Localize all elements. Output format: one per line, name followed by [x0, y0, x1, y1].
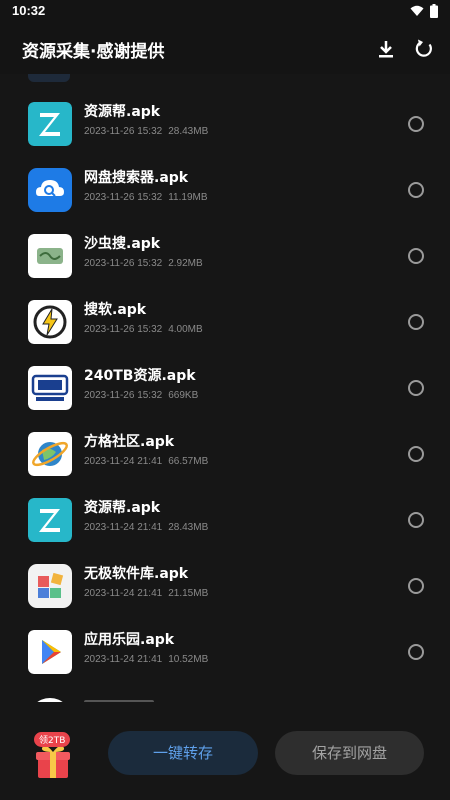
planet-icon	[28, 432, 72, 476]
refresh-button[interactable]	[412, 37, 436, 61]
file-size: 21.15MB	[168, 588, 209, 599]
file-date: 2023-11-26 15:32	[84, 126, 163, 137]
file-date: 2023-11-26 15:32	[84, 258, 163, 269]
file-date: 2023-11-24 21:41	[84, 588, 163, 599]
refresh-icon	[415, 39, 432, 57]
240tb-icon	[28, 366, 72, 410]
status-icons	[410, 4, 438, 18]
file-size: 2.92MB	[168, 258, 203, 269]
select-radio[interactable]	[408, 578, 424, 594]
file-size: 10.52MB	[168, 654, 209, 665]
file-date: 2023-11-26 15:32	[84, 192, 163, 203]
file-size: 669KB	[168, 390, 199, 401]
file-meta: 2023-11-26 15:32 28.43MB	[84, 126, 208, 137]
wifi-icon	[410, 5, 424, 16]
file-name: 方格社区.apk	[84, 434, 175, 450]
file-list-item[interactable]: 资源帮.apk 2023-11-24 21:41 28.43MB	[0, 488, 450, 554]
bottom-action-bar: 领2TB 一键转存 保存到网盘	[0, 702, 450, 800]
z-app-icon	[28, 498, 72, 542]
partial-list-item	[0, 694, 450, 702]
select-radio[interactable]	[408, 512, 424, 528]
file-name: 资源帮.apk	[84, 500, 161, 516]
status-time: 10:32	[12, 3, 46, 18]
select-radio[interactable]	[408, 644, 424, 660]
file-date: 2023-11-26 15:32	[84, 324, 163, 335]
file-name: 搜软.apk	[84, 302, 147, 318]
file-meta: 2023-11-26 15:32 4.00MB	[84, 324, 203, 335]
file-name: 网盘搜索器.apk	[84, 170, 189, 186]
file-meta: 2023-11-24 21:41 66.57MB	[84, 456, 208, 467]
file-list-item[interactable]: 搜软.apk 2023-11-26 15:32 4.00MB	[0, 290, 450, 356]
file-list[interactable]: 资源帮.apk 2023-11-26 15:32 28.43MB 网盘搜索器.ap…	[0, 74, 450, 702]
select-radio[interactable]	[408, 182, 424, 198]
select-radio[interactable]	[408, 248, 424, 264]
file-size: 4.00MB	[168, 324, 203, 335]
file-meta: 2023-11-26 15:32 11.19MB	[84, 192, 208, 203]
file-meta: 2023-11-24 21:41 21.15MB	[84, 588, 208, 599]
z-app-icon	[28, 102, 72, 146]
file-date: 2023-11-24 21:41	[84, 456, 163, 467]
file-meta: 2023-11-26 15:32 2.92MB	[84, 258, 203, 269]
gift-button[interactable]: 领2TB	[30, 732, 80, 782]
file-date: 2023-11-26 15:32	[84, 390, 163, 401]
lightning-icon	[28, 300, 72, 344]
file-meta: 2023-11-24 21:41 10.52MB	[84, 654, 208, 665]
play-icon	[28, 630, 72, 674]
download-icon	[379, 41, 393, 58]
file-name: 应用乐园.apk	[84, 632, 175, 648]
page-title: 资源采集·感谢提供	[22, 42, 165, 62]
file-name: 无极软件库.apk	[84, 566, 189, 582]
file-list-item[interactable]: 网盘搜索器.apk 2023-11-26 15:32 11.19MB	[0, 158, 450, 224]
file-size: 11.19MB	[168, 192, 208, 203]
file-name: 240TB资源.apk	[84, 368, 196, 384]
file-size: 28.43MB	[168, 126, 209, 137]
file-meta: 2023-11-26 15:32 669KB	[84, 390, 198, 401]
select-radio[interactable]	[408, 314, 424, 330]
file-list-item[interactable]: 无极软件库.apk 2023-11-24 21:41 21.15MB	[0, 554, 450, 620]
app-bar: 资源采集·感谢提供	[0, 24, 450, 74]
battery-icon	[430, 4, 438, 18]
file-list-item[interactable]: 240TB资源.apk 2023-11-26 15:32 669KB	[0, 356, 450, 422]
file-name: 沙虫搜.apk	[84, 236, 161, 252]
select-radio[interactable]	[408, 116, 424, 132]
partial-list-item	[28, 74, 70, 82]
one-click-transfer-button[interactable]: 一键转存	[108, 731, 258, 775]
gift-badge: 领2TB	[34, 732, 71, 747]
file-meta: 2023-11-24 21:41 28.43MB	[84, 522, 208, 533]
file-size: 28.43MB	[168, 522, 209, 533]
file-date: 2023-11-24 21:41	[84, 522, 163, 533]
shachong-icon	[28, 234, 72, 278]
file-size: 66.57MB	[168, 456, 209, 467]
save-to-cloud-button[interactable]: 保存到网盘	[275, 731, 424, 775]
file-list-item[interactable]: 方格社区.apk 2023-11-24 21:41 66.57MB	[0, 422, 450, 488]
select-radio[interactable]	[408, 380, 424, 396]
file-list-item[interactable]: 应用乐园.apk 2023-11-24 21:41 10.52MB	[0, 620, 450, 686]
file-date: 2023-11-24 21:41	[84, 654, 163, 665]
file-list-item[interactable]: 资源帮.apk 2023-11-26 15:32 28.43MB	[0, 92, 450, 158]
download-button[interactable]	[374, 37, 398, 61]
cloud-search-icon	[28, 168, 72, 212]
status-bar: 10:32	[0, 0, 450, 24]
file-list-item[interactable]: 沙虫搜.apk 2023-11-26 15:32 2.92MB	[0, 224, 450, 290]
select-radio[interactable]	[408, 446, 424, 462]
wuji-icon	[28, 564, 72, 608]
file-name: 资源帮.apk	[84, 104, 161, 120]
